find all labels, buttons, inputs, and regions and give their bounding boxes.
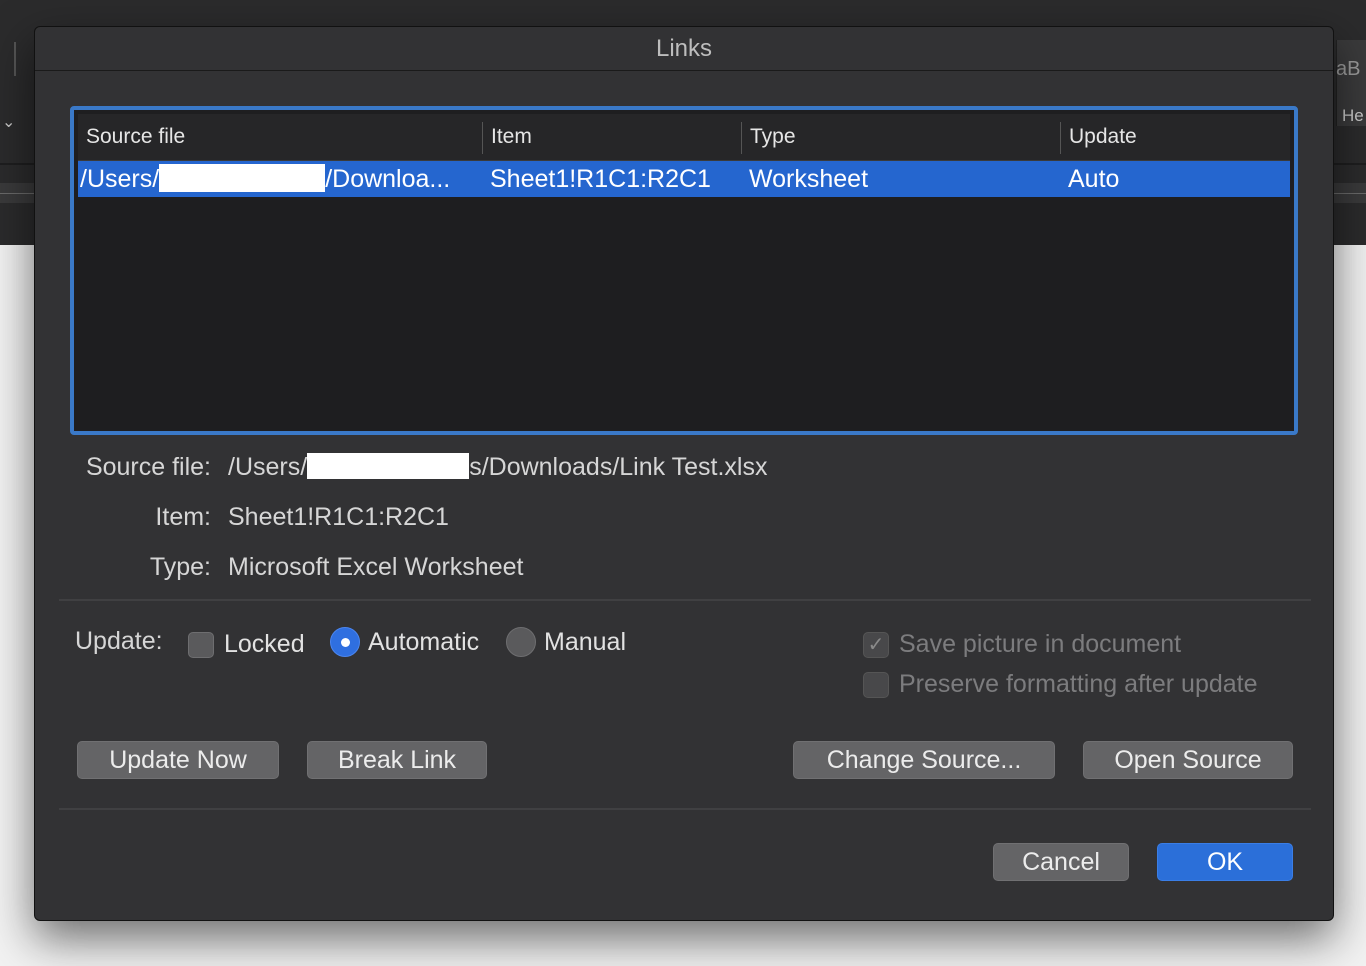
type-value: Microsoft Excel Worksheet [228, 553, 524, 581]
automatic-label[interactable]: Automatic [368, 628, 479, 657]
manual-label[interactable]: Manual [544, 628, 626, 657]
section-divider [59, 808, 1311, 810]
cell-update: Auto [1068, 165, 1120, 193]
section-divider [59, 599, 1311, 601]
links-dialog: Links Source file Item Type Update /User… [34, 26, 1334, 921]
redacted-username [307, 453, 470, 480]
column-header-source-file[interactable]: Source file [78, 114, 478, 160]
type-label: Type: [149, 553, 211, 581]
save-picture-checkbox[interactable]: ✓ [863, 632, 889, 658]
redacted-username [159, 164, 326, 193]
column-header-item[interactable]: Item [483, 114, 741, 160]
toolbar-separator [14, 42, 16, 76]
cell-type: Worksheet [749, 165, 869, 193]
save-picture-label: Save picture in document [899, 630, 1182, 658]
cancel-button[interactable]: Cancel [993, 843, 1129, 881]
style-preview: aB [1336, 58, 1361, 80]
automatic-radio[interactable] [330, 627, 360, 657]
ok-button[interactable]: OK [1157, 843, 1293, 881]
open-source-button[interactable]: Open Source [1083, 741, 1293, 779]
break-link-button[interactable]: Break Link [307, 741, 487, 779]
preserve-formatting-label: Preserve formatting after update [899, 670, 1258, 698]
locked-label[interactable]: Locked [224, 630, 305, 659]
manual-radio[interactable] [506, 627, 536, 657]
table-row[interactable]: /Users//Downloa... Sheet1!R1C1:R2C1 Work… [78, 161, 1290, 197]
links-table[interactable]: Source file Item Type Update /Users//Dow… [70, 106, 1298, 435]
column-header-update[interactable]: Update [1061, 114, 1289, 160]
cell-source-file: /Users//Downloa... [80, 164, 451, 193]
update-label: Update: [75, 627, 163, 655]
item-label: Item: [155, 503, 211, 531]
source-file-value: /Users/s/Downloads/Link Test.xlsx [228, 453, 768, 481]
dialog-title: Links [35, 27, 1333, 71]
chevron-down-icon[interactable]: ⌄ [2, 112, 15, 132]
style-heading-preview: He [1342, 106, 1364, 125]
table-header: Source file Item Type Update [78, 114, 1290, 161]
change-source-button[interactable]: Change Source... [793, 741, 1055, 779]
source-file-label: Source file: [85, 453, 211, 481]
item-value: Sheet1!R1C1:R2C1 [228, 503, 449, 531]
column-header-type[interactable]: Type [742, 114, 1060, 160]
checkmark-icon: ✓ [867, 634, 885, 656]
preserve-formatting-checkbox[interactable] [863, 672, 889, 698]
update-now-button[interactable]: Update Now [77, 741, 279, 779]
locked-checkbox[interactable] [188, 632, 214, 658]
cell-item: Sheet1!R1C1:R2C1 [490, 165, 711, 193]
